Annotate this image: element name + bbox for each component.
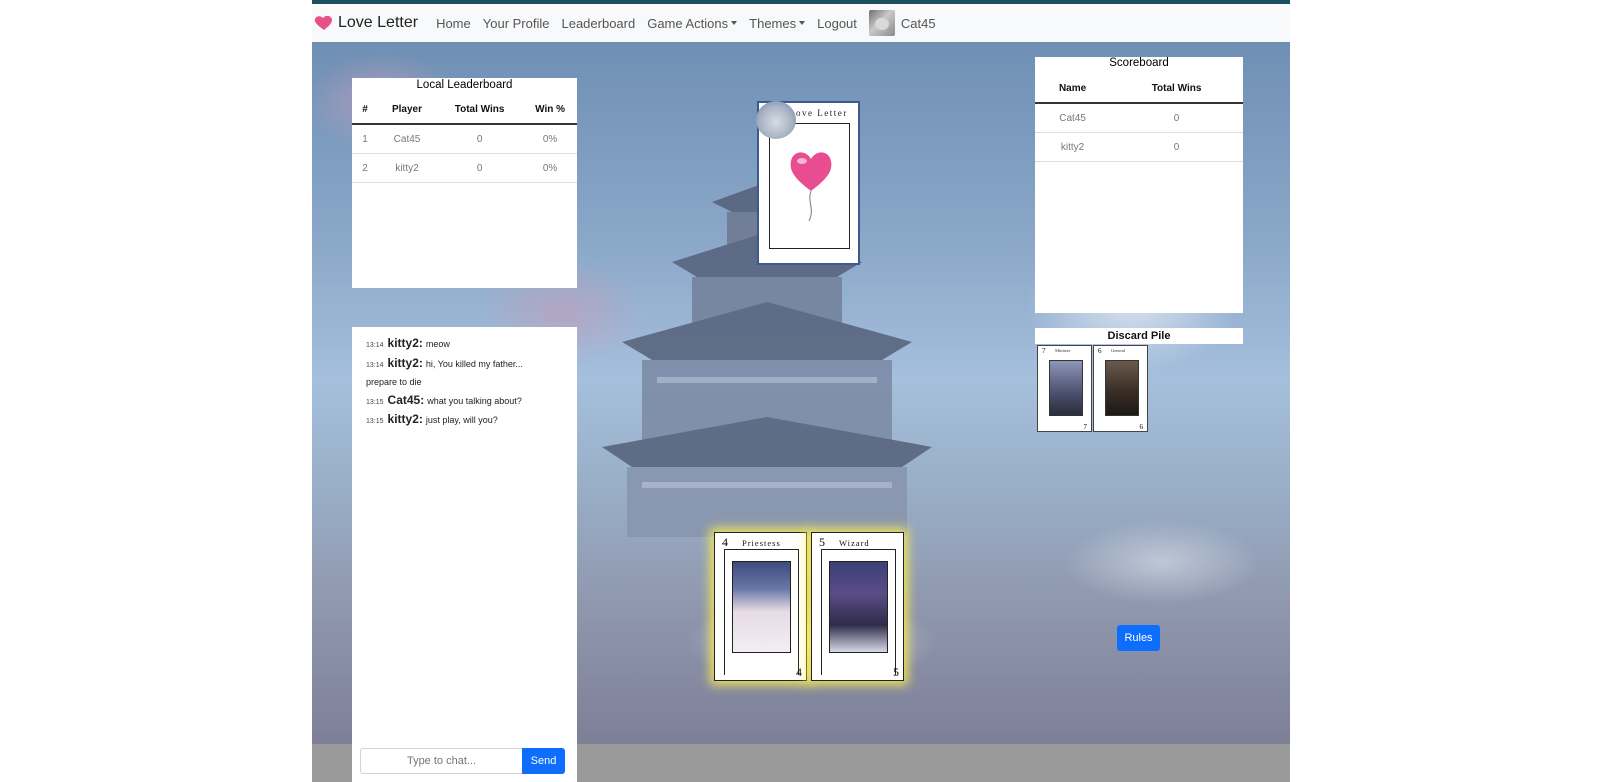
scoreboard-panel: Scoreboard Name Total Wins Cat45 0 kitty…	[1035, 57, 1243, 313]
message-text: just play, will you?	[425, 415, 498, 425]
card-number: 7	[1042, 347, 1046, 355]
wins-cell: 0	[436, 153, 524, 183]
table-row: 1 Cat45 0 0%	[352, 124, 577, 154]
card-number-bottom: 6	[1139, 423, 1144, 431]
local-leaderboard-table: # Player Total Wins Win % 1 Cat45 0 0% 2	[352, 96, 577, 183]
scoreboard-title: Scoreboard	[1109, 57, 1169, 69]
message-user: kitty2:	[387, 336, 423, 350]
navbar: Love Letter Home Your Profile Leaderboar…	[312, 4, 1290, 42]
table-header-row: # Player Total Wins Win %	[352, 96, 577, 125]
winpct-cell: 0%	[523, 153, 577, 183]
message-text: what you talking about?	[427, 395, 522, 406]
card-number-bottom: 5	[893, 665, 899, 679]
card-number: 4	[722, 535, 728, 549]
balloon-heart-icon	[790, 152, 832, 222]
rank-cell: 2	[352, 153, 378, 183]
app-window: Love Letter Home Your Profile Leaderboar…	[312, 0, 1290, 782]
message-time: 13:15	[366, 418, 384, 425]
col-player-header: Player	[378, 96, 436, 125]
nav-themes-dropdown[interactable]: Themes	[749, 16, 805, 31]
deck-player-avatar	[756, 101, 796, 139]
col-rank-header: #	[352, 96, 378, 125]
rules-button[interactable]: Rules	[1117, 625, 1160, 651]
col-winpct-header: Win %	[523, 96, 577, 125]
card-number-bottom: 4	[796, 665, 802, 679]
name-cell: Cat45	[1035, 103, 1111, 133]
card-name: Priestess	[742, 538, 781, 548]
wins-cell: 0	[1110, 132, 1243, 162]
table-row: kitty2 0	[1035, 132, 1243, 162]
scoreboard-table: Name Total Wins Cat45 0 kitty2 0	[1035, 75, 1243, 162]
message-user: kitty2:	[387, 355, 423, 370]
chat-message: 13:15 Cat45: what you talking about?	[366, 392, 577, 412]
chat-message: 13:15 kitty2: just play, will you?	[366, 411, 577, 431]
nav-leaderboard[interactable]: Leaderboard	[561, 16, 635, 31]
card-number: 5	[819, 535, 825, 549]
table-row: Cat45 0	[1035, 103, 1243, 133]
message-user: Cat45:	[387, 392, 425, 407]
discard-card-minister[interactable]: 7 Minister 7	[1037, 345, 1092, 432]
nav-home[interactable]: Home	[436, 16, 471, 31]
message-time: 13:14	[366, 361, 384, 369]
wins-cell: 0	[436, 124, 524, 154]
card-name: General	[1111, 348, 1126, 353]
user-avatar[interactable]	[868, 10, 895, 36]
nav-logout[interactable]: Logout	[817, 16, 857, 31]
hand-card-priestess[interactable]: 4 Priestess 4	[714, 532, 807, 681]
table-row: 2 kitty2 0 0%	[352, 153, 577, 183]
table-header-row: Name Total Wins	[1035, 75, 1243, 104]
local-leaderboard-panel: Local Leaderboard # Player Total Wins Wi…	[352, 78, 577, 288]
card-number-bottom: 7	[1083, 423, 1088, 431]
discard-card-general[interactable]: 6 General 6	[1093, 345, 1148, 432]
send-button[interactable]: Send	[522, 748, 565, 774]
col-total-wins-header: Total Wins	[1110, 75, 1243, 104]
message-time: 13:14	[366, 342, 384, 349]
player-cell: Cat45	[378, 124, 436, 154]
rank-cell: 1	[352, 124, 378, 154]
card-artwork	[829, 561, 888, 653]
brand[interactable]: Love Letter	[314, 14, 418, 32]
card-number: 6	[1098, 347, 1102, 355]
card-name: Minister	[1055, 348, 1071, 353]
nav-game-actions-dropdown[interactable]: Game Actions	[647, 16, 737, 31]
nav-username[interactable]: Cat45	[901, 16, 936, 31]
card-artwork	[1105, 360, 1139, 416]
heart-logo-icon	[314, 15, 332, 30]
draw-deck-card[interactable]: Love Letter	[756, 101, 860, 265]
card-artwork	[732, 561, 791, 653]
chat-messages: 13:14 kitty2: meow 13:14 kitty2: hi, You kil…	[352, 327, 577, 431]
col-name-header: Name	[1035, 75, 1111, 104]
chat-message: 13:14 kitty2: meow	[366, 335, 577, 355]
message-user: kitty2:	[387, 412, 423, 426]
chat-message: 13:14 kitty2: hi, You killed my father... …	[366, 355, 541, 392]
deck-title: Love Letter	[789, 108, 848, 118]
nav-profile[interactable]: Your Profile	[483, 16, 550, 31]
chat-input[interactable]	[360, 748, 523, 774]
wins-cell: 0	[1110, 103, 1243, 133]
card-name: Wizard	[839, 538, 870, 548]
card-artwork	[1049, 360, 1083, 416]
local-leaderboard-title: Local Leaderboard	[416, 79, 513, 91]
col-wins-header: Total Wins	[436, 96, 524, 125]
message-text: meow	[425, 339, 450, 349]
winpct-cell: 0%	[523, 124, 577, 154]
chat-panel: 13:14 kitty2: meow 13:14 kitty2: hi, You kil…	[352, 327, 577, 782]
message-time: 13:15	[366, 398, 384, 406]
player-cell: kitty2	[378, 153, 436, 183]
name-cell: kitty2	[1035, 132, 1111, 162]
hand-card-wizard[interactable]: 5 Wizard 5	[811, 532, 904, 681]
discard-pile-title: Discard Pile	[1035, 328, 1243, 344]
brand-name: Love Letter	[338, 14, 419, 31]
